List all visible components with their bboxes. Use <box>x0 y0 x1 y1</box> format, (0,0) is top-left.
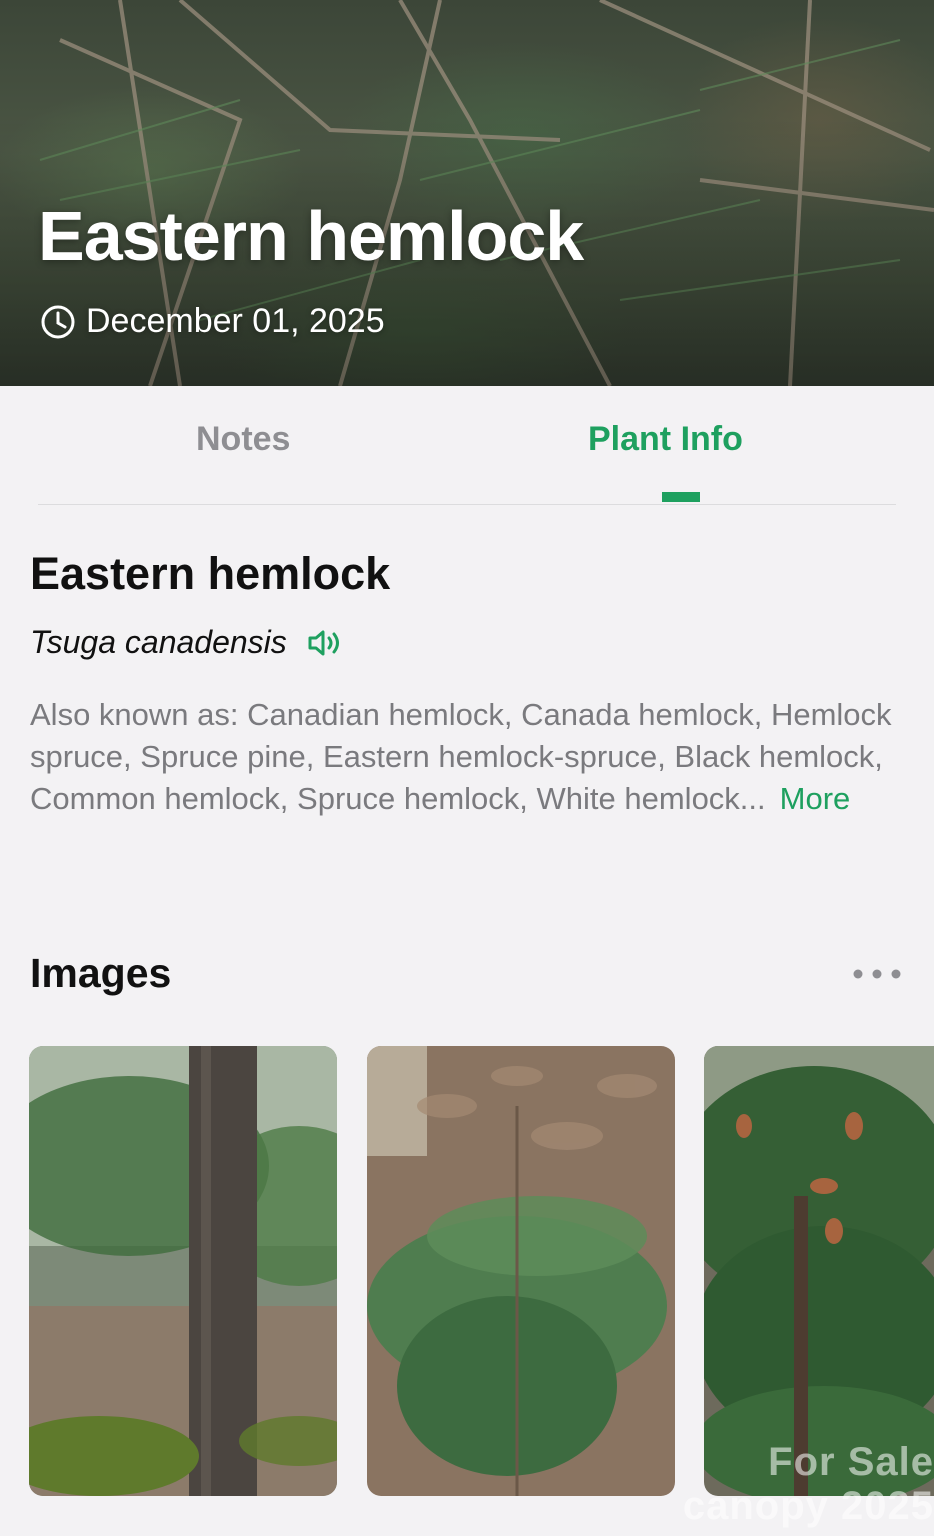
image-thumbnail-1[interactable] <box>29 1046 337 1496</box>
date-label: December 01, 2025 <box>86 302 385 340</box>
image-thumbnail-3[interactable] <box>704 1046 934 1496</box>
also-known-as-text: Also known as: Canadian hemlock, Canada … <box>30 697 892 816</box>
observation-date: December 01, 2025 <box>40 302 385 341</box>
scientific-name-row: Tsuga canadensis <box>30 624 345 661</box>
ellipsis-icon[interactable] <box>850 962 904 986</box>
tree-trunk-photo <box>29 1046 337 1496</box>
also-known-as: Also known as: Canadian hemlock, Canada … <box>30 694 900 820</box>
sapling-photo <box>367 1046 675 1496</box>
more-link[interactable]: More <box>780 781 851 816</box>
tab-bar: Notes Plant Info <box>38 404 896 505</box>
images-heading: Images <box>30 950 172 996</box>
scientific-name: Tsuga canadensis <box>30 624 287 660</box>
clock-icon <box>41 305 75 338</box>
hero-image: Eastern hemlock December 01, 2025 <box>0 0 934 386</box>
tab-plant-info[interactable]: Plant Info <box>588 420 743 459</box>
active-tab-indicator <box>662 492 700 502</box>
speaker-icon[interactable] <box>307 628 345 658</box>
young-tree-photo <box>704 1046 934 1496</box>
page-title: Eastern hemlock <box>38 197 584 275</box>
plant-common-name: Eastern hemlock <box>30 548 391 599</box>
image-thumbnail-2[interactable] <box>367 1046 675 1496</box>
tab-notes[interactable]: Notes <box>196 420 290 459</box>
